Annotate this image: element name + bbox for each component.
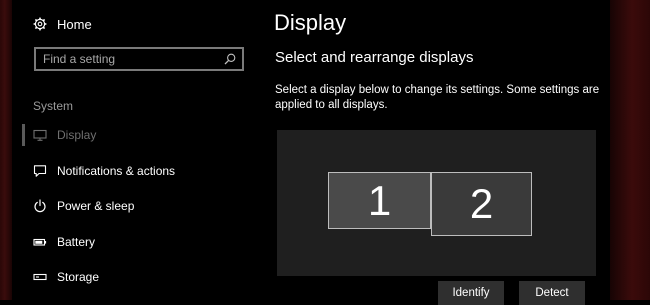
- settings-window: Home Find a setting System Display Notif…: [12, 0, 610, 305]
- sidebar-item-label: Storage: [57, 270, 100, 284]
- gear-icon: [33, 17, 47, 31]
- sidebar-item-notifications[interactable]: Notifications & actions: [12, 160, 252, 182]
- identify-button[interactable]: Identify: [438, 281, 504, 305]
- sidebar: Home Find a setting System Display Notif…: [12, 0, 252, 300]
- display-1-tile[interactable]: 1: [328, 172, 431, 229]
- battery-icon: [33, 235, 47, 249]
- storage-icon: [33, 270, 47, 284]
- display-2-tile[interactable]: 2: [431, 172, 532, 236]
- search-input[interactable]: Find a setting: [34, 47, 244, 71]
- desktop-background-right: [610, 0, 650, 300]
- sidebar-item-label: Power & sleep: [57, 199, 135, 213]
- power-icon: [33, 199, 47, 213]
- detect-button[interactable]: Detect: [519, 281, 585, 305]
- desktop-background-left: [0, 0, 12, 300]
- sidebar-item-battery[interactable]: Battery: [12, 231, 252, 253]
- display-arrangement-area[interactable]: 1 2: [277, 130, 596, 276]
- sidebar-item-storage[interactable]: Storage: [12, 266, 252, 288]
- sidebar-item-label: Display: [57, 128, 97, 142]
- section-heading: Select and rearrange displays: [275, 49, 474, 66]
- home-link[interactable]: Home: [33, 14, 92, 34]
- speech-bubble-icon: [33, 164, 47, 178]
- section-label-system: System: [33, 99, 74, 113]
- sidebar-item-label: Notifications & actions: [57, 164, 176, 178]
- monitor-icon: [33, 128, 47, 142]
- page-title: Display: [274, 10, 347, 35]
- search-placeholder: Find a setting: [43, 52, 116, 66]
- sidebar-item-power-sleep[interactable]: Power & sleep: [12, 195, 252, 217]
- sidebar-item-label: Battery: [57, 235, 96, 249]
- search-icon[interactable]: [224, 53, 236, 65]
- display-description: Select a display below to change its set…: [275, 84, 600, 111]
- home-label: Home: [57, 16, 92, 32]
- sidebar-item-display[interactable]: Display: [12, 124, 252, 146]
